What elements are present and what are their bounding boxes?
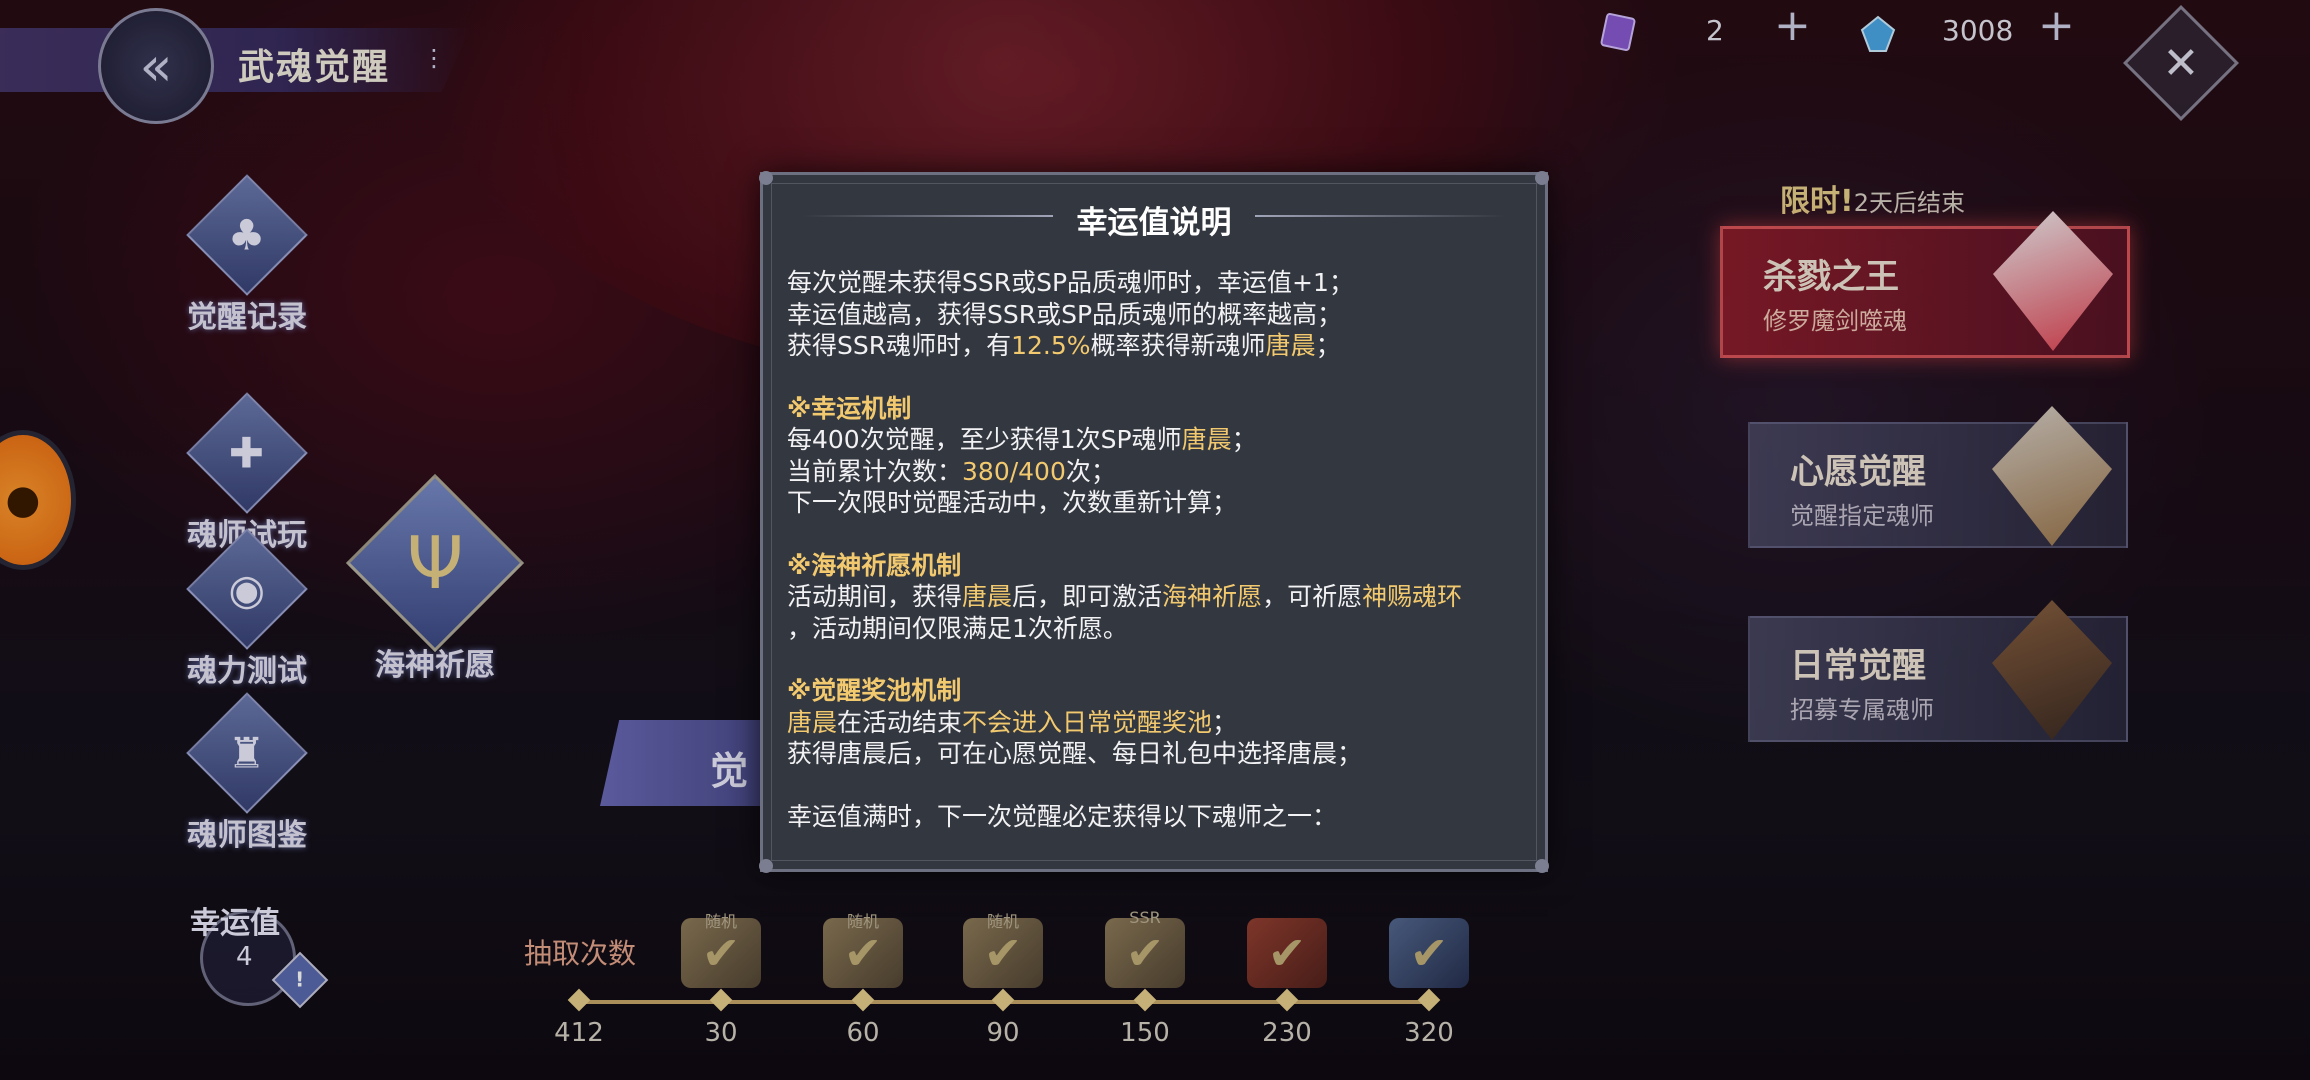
section-heading: ※海神祈愿机制 — [787, 550, 962, 580]
corner-ornament — [759, 859, 773, 873]
corner-ornament — [759, 171, 773, 185]
luck-info-dialog: 幸运值说明 每次觉醒未获得SSR或SP品质魂师时，幸运值+1； 幸运值越高，获得… — [759, 171, 1549, 873]
dialog-footer: 幸运值满时，下一次觉醒必定获得以下魂师之一： — [787, 801, 1338, 831]
intro-line: 幸运值越高，获得SSR或SP品质魂师的概率越高； — [787, 299, 1343, 329]
section-line: 活动期间，获得唐晨后，即可激活海神祈愿，可祈愿神赐魂环 — [787, 582, 1463, 611]
section-heading: ※觉醒奖池机制 — [787, 676, 962, 705]
corner-ornament — [1535, 859, 1549, 873]
section-line: ，活动期间仅限满足1次祈愿。 — [787, 613, 1128, 643]
section-line: 获得唐晨后，可在心愿觉醒、每日礼包中选择唐晨； — [787, 739, 1363, 768]
section-line: 当前累计次数：380/400次； — [787, 456, 1116, 486]
section-line: 每400次觉醒，至少获得1次SP魂师唐晨； — [787, 425, 1257, 454]
corner-ornament — [1535, 171, 1549, 185]
section-line: 唐晨在活动结束不会进入日常觉醒奖池； — [787, 707, 1238, 737]
intro-line: 每次觉醒未获得SSR或SP品质魂师时，幸运值+1； — [787, 268, 1354, 297]
intro-line: 获得SSR魂师时，有12.5%概率获得新魂师唐晨； — [787, 331, 1341, 360]
section-line: 下一次限时觉醒活动中，次数重新计算； — [787, 488, 1238, 517]
dialog-body: 每次觉醒未获得SSR或SP品质魂师时，幸运值+1； 幸运值越高，获得SSR或SP… — [787, 267, 1521, 832]
dialog-title: 幸运值说明 — [1076, 205, 1232, 241]
section-heading: ※幸运机制 — [787, 393, 912, 423]
